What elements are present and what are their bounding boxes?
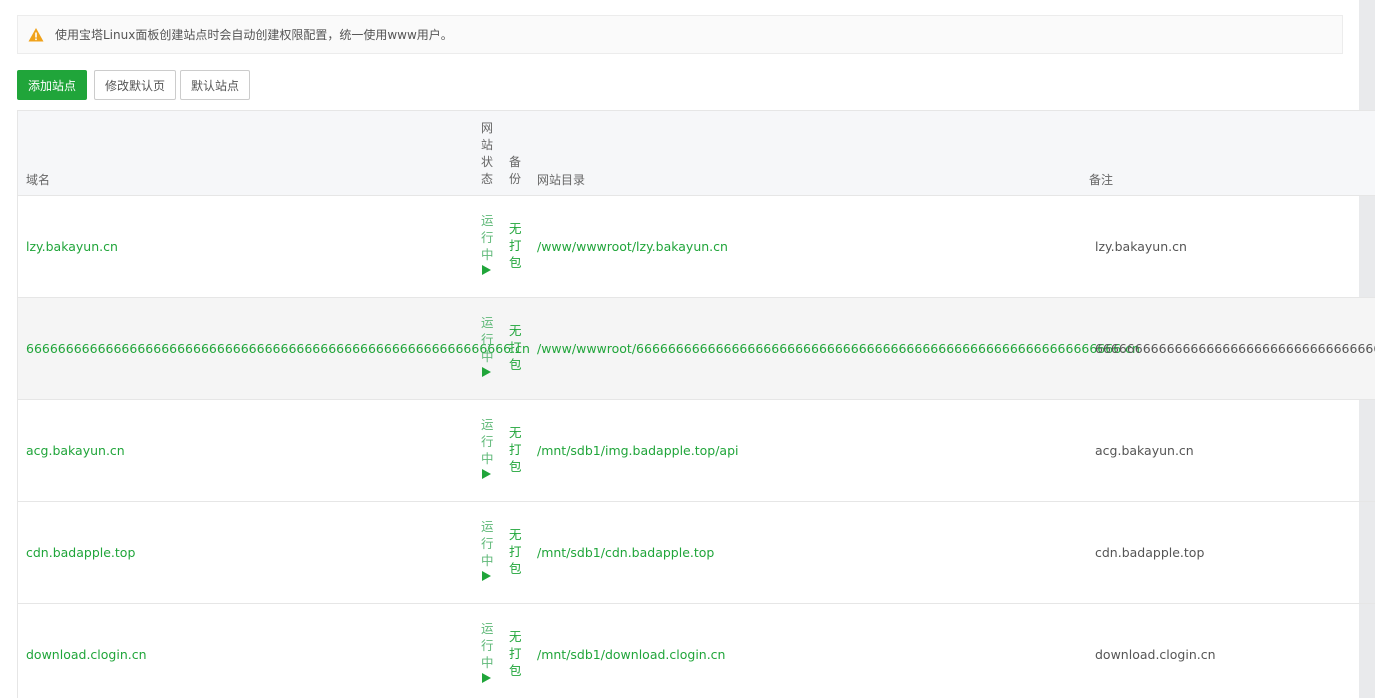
status-label: 运行中 bbox=[481, 621, 494, 670]
domain-link[interactable]: acg.bakayun.cn bbox=[26, 443, 125, 458]
header-backup[interactable]: 备份 bbox=[509, 154, 521, 188]
table-row: cdn.badapple.top 运行中 无打包/mnt/sdb1/cdn.bada… bbox=[18, 502, 1375, 604]
site-dir-link[interactable]: /www/wwwroot/666666666666666666666666666… bbox=[537, 341, 1140, 356]
site-dir-link[interactable]: /mnt/sdb1/download.clogin.cn bbox=[537, 647, 725, 662]
backup-link[interactable]: 无打包 bbox=[509, 322, 522, 373]
note-text[interactable]: lzy.bakayun.cn bbox=[1095, 239, 1187, 254]
status-label: 运行中 bbox=[481, 519, 494, 568]
backup-link[interactable]: 无打包 bbox=[509, 220, 522, 271]
status-toggle[interactable]: 运行中 bbox=[481, 518, 494, 581]
play-icon bbox=[482, 571, 491, 581]
note-text[interactable]: 6666666666666666666666666666666666666666… bbox=[1095, 341, 1375, 356]
play-icon bbox=[482, 469, 491, 479]
status-toggle[interactable]: 运行中 bbox=[481, 416, 494, 479]
status-label: 运行中 bbox=[481, 315, 494, 364]
notice-text: 使用宝塔Linux面板创建站点时会自动创建权限配置，统一使用www用户。 bbox=[55, 28, 453, 42]
note-text[interactable]: download.clogin.cn bbox=[1095, 647, 1216, 662]
play-icon bbox=[482, 673, 491, 683]
modify-default-page-button[interactable]: 修改默认页 bbox=[94, 70, 176, 100]
domain-link[interactable]: cdn.badapple.top bbox=[26, 545, 135, 560]
site-dir-link[interactable]: /www/wwwroot/lzy.bakayun.cn bbox=[537, 239, 728, 254]
table-row: lzy.bakayun.cn 运行中 无打包/www/wwwroot/lzy.bak… bbox=[18, 196, 1375, 298]
add-site-button[interactable]: 添加站点 bbox=[17, 70, 87, 100]
notice-banner: 使用宝塔Linux面板创建站点时会自动创建权限配置，统一使用www用户。 bbox=[17, 15, 1343, 54]
domain-link[interactable]: download.clogin.cn bbox=[26, 647, 147, 662]
table-row: download.clogin.cn 运行中 无打包/mnt/sdb1/downlo… bbox=[18, 604, 1375, 698]
status-toggle[interactable]: 运行中 bbox=[481, 620, 494, 683]
note-text[interactable]: cdn.badapple.top bbox=[1095, 545, 1204, 560]
backup-link[interactable]: 无打包 bbox=[509, 526, 522, 577]
status-toggle[interactable]: 运行中 bbox=[481, 314, 494, 377]
domain-link[interactable]: 6666666666666666666666666666666666666666… bbox=[26, 341, 530, 356]
header-note[interactable]: 备注 bbox=[1089, 171, 1113, 188]
site-dir-link[interactable]: /mnt/sdb1/cdn.badapple.top bbox=[537, 545, 714, 560]
site-dir-link[interactable]: /mnt/sdb1/img.badapple.top/api bbox=[537, 443, 738, 458]
header-dir[interactable]: 网站目录 bbox=[537, 171, 585, 188]
note-text[interactable]: acg.bakayun.cn bbox=[1095, 443, 1194, 458]
backup-link[interactable]: 无打包 bbox=[509, 628, 522, 679]
status-toggle[interactable]: 运行中 bbox=[481, 212, 494, 275]
domain-link[interactable]: lzy.bakayun.cn bbox=[26, 239, 118, 254]
default-site-button[interactable]: 默认站点 bbox=[180, 70, 250, 100]
play-icon bbox=[482, 265, 491, 275]
table-row: acg.bakayun.cn 运行中 无打包/mnt/sdb1/img.badapp… bbox=[18, 400, 1375, 502]
status-label: 运行中 bbox=[481, 213, 494, 262]
backup-link[interactable]: 无打包 bbox=[509, 424, 522, 475]
sites-table: 域名 网站状态 备份 网站目录 备注 lzy.bakayun.cn 运行中 无打包 /… bbox=[17, 110, 1375, 698]
header-domain[interactable]: 域名 bbox=[26, 171, 50, 188]
play-icon bbox=[482, 367, 491, 377]
table-row: 6666666666666666666666666666666666666666… bbox=[18, 298, 1375, 400]
warning-icon bbox=[28, 27, 44, 41]
status-label: 运行中 bbox=[481, 417, 494, 466]
table-header: 域名 网站状态 备份 网站目录 备注 bbox=[18, 110, 1375, 196]
header-status[interactable]: 网站状态 bbox=[481, 120, 493, 188]
